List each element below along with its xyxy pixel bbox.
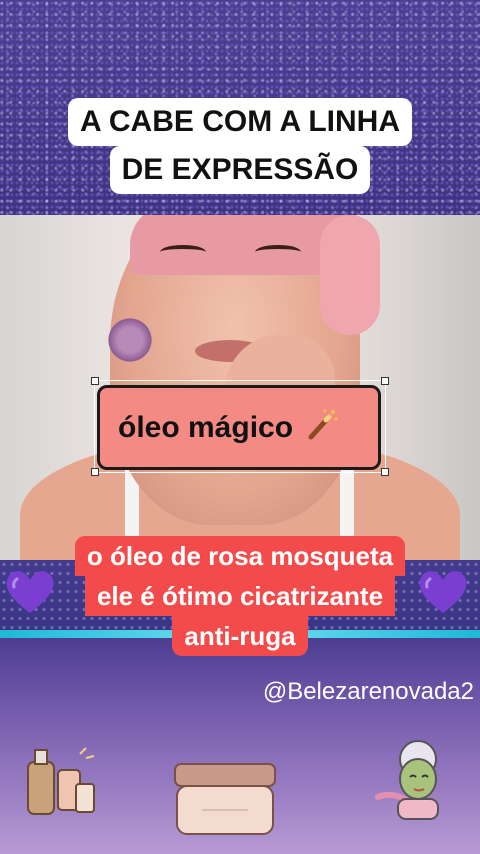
caption-line-2: ele é ótimo cicatrizante [84,576,396,616]
bottles-icon [27,747,95,815]
cream-jar-icon [174,763,276,835]
title-line-2: DE EXPRESSÃO [109,146,371,194]
resize-handle-bottom-left[interactable] [91,468,99,476]
caption-line-1: o óleo de rosa mosqueta [74,536,406,576]
purple-heart-icon [6,571,54,613]
right-eye [255,245,301,259]
caption-line-3: anti-ruga [172,616,308,656]
account-handle[interactable]: @Belezarenovada2 [263,678,474,706]
face-mask-woman-icon [375,740,439,820]
title: A CABE COM A LINHA DE EXPRESSÃO [40,98,440,194]
title-line-1: A CABE COM A LINHA [68,98,412,146]
resize-handle-bottom-right[interactable] [381,468,389,476]
pink-towel-side [320,215,380,335]
flower [105,315,155,365]
magic-wand-icon [305,407,339,449]
magic-oil-sticker[interactable]: óleo mágico [97,385,381,470]
resize-handle-top-left[interactable] [91,377,99,385]
left-eye [160,245,206,259]
purple-heart-icon [419,571,467,613]
resize-handle-top-right[interactable] [381,377,389,385]
magic-oil-label: óleo mágico [118,410,294,444]
caption: o óleo de rosa mosqueta ele é ótimo cica… [70,536,410,656]
